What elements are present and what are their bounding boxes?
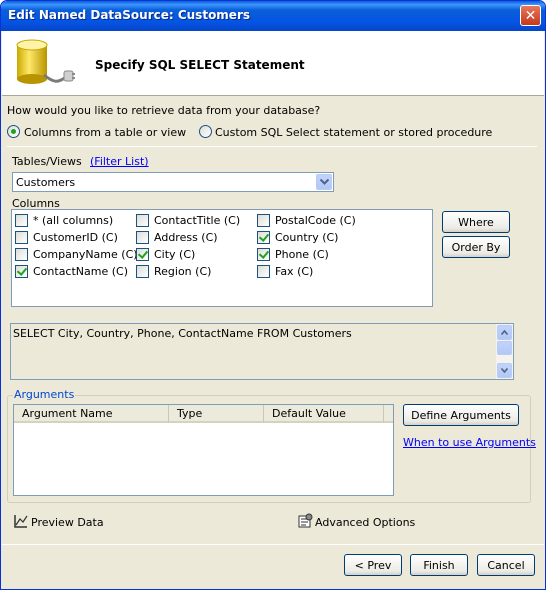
close-button[interactable]: ✕ (520, 5, 541, 26)
preview-data-link[interactable]: Preview Data (31, 516, 104, 529)
column-label: CustomerID (C) (33, 231, 118, 244)
column-checkbox[interactable] (136, 214, 149, 227)
scroll-thumb[interactable] (497, 341, 512, 355)
tables-views-label: Tables/Views (12, 155, 82, 168)
custom-sql-radio[interactable] (199, 125, 212, 138)
column-label: ContactTitle (C) (154, 214, 241, 227)
columns-from-table-label[interactable]: Columns from a table or view (24, 126, 186, 139)
column-checkbox[interactable] (15, 231, 28, 244)
scroll-up-icon[interactable] (497, 325, 512, 340)
arguments-legend: Arguments (13, 388, 76, 401)
columns-from-table-radio[interactable] (7, 125, 20, 138)
tables-views-value: Customers (16, 176, 76, 189)
column-label: Fax (C) (275, 265, 314, 278)
order-by-button[interactable]: Order By (442, 236, 510, 258)
title-bar[interactable]: Edit Named DataSource: Customers ✕ (1, 1, 545, 31)
column-label: Region (C) (154, 265, 212, 278)
chevron-down-icon[interactable] (316, 174, 332, 190)
page-title: Specify SQL SELECT Statement (95, 58, 305, 72)
sql-scrollbar[interactable] (496, 324, 513, 379)
column-label: City (C) (154, 248, 196, 261)
column-header-filler (384, 405, 393, 423)
when-to-use-arguments-link[interactable]: When to use Arguments (403, 436, 536, 449)
advanced-options-link[interactable]: Advanced Options (315, 516, 415, 529)
column-checkbox[interactable] (136, 248, 149, 261)
column-checkbox[interactable] (136, 231, 149, 244)
tables-views-dropdown[interactable]: Customers (12, 172, 334, 192)
column-checkbox[interactable] (257, 265, 270, 278)
columns-list[interactable]: * (all columns) CustomerID (C) CompanyNa… (11, 209, 433, 307)
column-checkbox[interactable] (15, 265, 28, 278)
column-label: Address (C) (154, 231, 218, 244)
column-checkbox[interactable] (15, 248, 28, 261)
column-label: PostalCode (C) (275, 214, 356, 227)
column-header-type[interactable]: Type (169, 405, 264, 423)
column-checkbox[interactable] (15, 214, 28, 227)
column-checkbox[interactable] (257, 214, 270, 227)
prev-button[interactable]: < Prev (344, 554, 402, 576)
database-icon (16, 39, 75, 84)
cancel-button[interactable]: Cancel (477, 554, 535, 576)
sql-statement-text: SELECT City, Country, Phone, ContactName… (13, 327, 352, 340)
column-label: Country (C) (275, 231, 339, 244)
define-arguments-button[interactable]: Define Arguments (403, 404, 519, 426)
advanced-options-icon (298, 513, 313, 528)
where-button[interactable]: Where (442, 211, 510, 233)
column-checkbox[interactable] (136, 265, 149, 278)
column-checkbox[interactable] (257, 248, 270, 261)
scroll-down-icon[interactable] (497, 363, 512, 378)
preview-data-icon (14, 515, 28, 528)
filter-list-link[interactable]: (Filter List) (90, 155, 149, 168)
wizard-header: Specify SQL SELECT Statement (2, 31, 544, 96)
column-label: * (all columns) (33, 214, 114, 227)
finish-button[interactable]: Finish (410, 554, 468, 576)
dialog-window: Edit Named DataSource: Customers ✕ Speci… (0, 0, 546, 590)
window-title: Edit Named DataSource: Customers (8, 8, 251, 22)
column-label: ContactName (C) (33, 265, 129, 278)
column-label: CompanyName (C) (33, 248, 138, 261)
column-label: Phone (C) (275, 248, 329, 261)
column-checkbox[interactable] (257, 231, 270, 244)
sql-statement-box[interactable]: SELECT City, Country, Phone, ContactName… (10, 323, 514, 380)
divider (7, 146, 537, 147)
retrieve-question: How would you like to retrieve data from… (7, 104, 321, 117)
footer-divider (2, 544, 544, 545)
custom-sql-label[interactable]: Custom SQL Select statement or stored pr… (215, 126, 492, 139)
arguments-table[interactable]: Argument Name Type Default Value (13, 404, 394, 496)
column-header-argument-name[interactable]: Argument Name (14, 405, 169, 423)
column-header-default-value[interactable]: Default Value (264, 405, 384, 423)
